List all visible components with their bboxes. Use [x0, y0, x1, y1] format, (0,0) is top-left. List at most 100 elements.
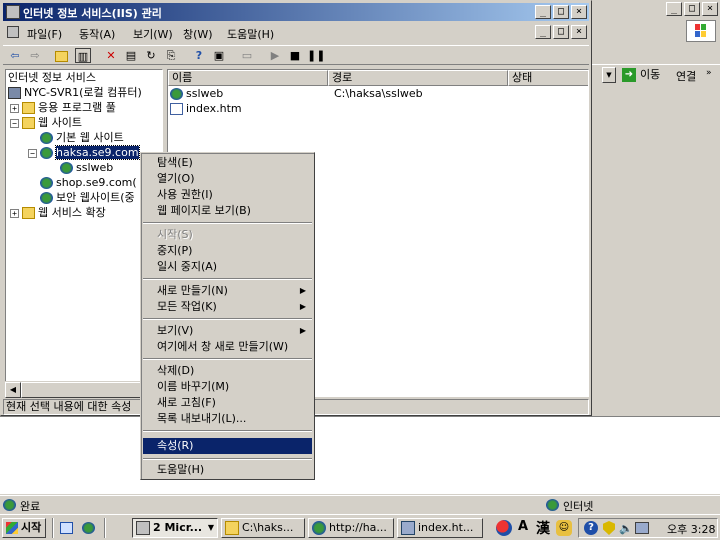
minimize-icon[interactable]: _: [535, 25, 551, 39]
menu-item-browse[interactable]: 웹 페이지로 보기(B): [143, 203, 312, 219]
system-menu-icon[interactable]: [7, 26, 19, 38]
menu-item-permissions[interactable]: 사용 권한(I): [143, 187, 312, 203]
refresh-icon[interactable]: ↻: [143, 48, 159, 63]
ie-address-bar: ▼ ➜ 이동 연결 »: [592, 64, 720, 86]
help-icon[interactable]: ?: [191, 48, 207, 63]
go-arrow-icon: ➜: [622, 68, 636, 82]
menu-item-export-list[interactable]: 목록 내보내기(L)...: [143, 411, 312, 427]
collapse-icon[interactable]: −: [10, 119, 19, 128]
menu-help[interactable]: 도움말(H): [227, 26, 274, 42]
ie-launch-icon[interactable]: [82, 522, 95, 534]
menu-view[interactable]: 보기(W): [133, 26, 173, 42]
task-button-mmc[interactable]: 2 Micr... ▼: [132, 518, 218, 538]
context-menu: 탐색(E) 열기(O) 사용 권한(I) 웹 페이지로 보기(B) 시작(S) …: [140, 152, 315, 480]
help-icon[interactable]: ?: [584, 521, 598, 535]
scroll-thumb[interactable]: [21, 382, 143, 398]
minimize-icon[interactable]: _: [666, 2, 682, 16]
computer-icon[interactable]: ▭: [239, 48, 255, 63]
network-icon[interactable]: [635, 522, 649, 534]
menu-separator: [143, 222, 312, 224]
language-icon[interactable]: [496, 520, 512, 536]
minimize-icon[interactable]: _: [535, 5, 551, 19]
tree-item-default-site[interactable]: 기본 웹 사이트: [40, 130, 124, 145]
ime-hanja[interactable]: 漢: [536, 518, 550, 538]
menu-item-view[interactable]: 보기(V) ▶: [143, 323, 312, 339]
links-label[interactable]: 연결: [676, 68, 696, 84]
ime-mode-a[interactable]: A: [518, 519, 528, 534]
expand-icon[interactable]: +: [10, 104, 19, 113]
tree-item-secure-site[interactable]: 보안 웹사이트(중: [40, 190, 135, 205]
task-button-notepad[interactable]: index.ht...: [397, 518, 483, 538]
properties-icon[interactable]: ▤: [123, 48, 139, 63]
ie-status-bar: 완료 인터넷: [0, 495, 720, 513]
globe-icon: [40, 177, 53, 189]
play-icon[interactable]: ▶: [267, 48, 283, 63]
close-icon[interactable]: ×: [571, 25, 587, 39]
close-icon[interactable]: ×: [571, 5, 587, 19]
task-button-explorer[interactable]: C:\haks...: [221, 518, 305, 538]
menu-item-explore[interactable]: 탐색(E): [143, 155, 312, 171]
menu-bar: 파일(F) 동작(A) 보기(W) 창(W) 도움말(H): [3, 23, 589, 43]
title-bar[interactable]: 인터넷 정보 서비스(IIS) 관리 _ □ ×: [3, 3, 589, 21]
menu-item-properties[interactable]: 속성(R): [143, 438, 312, 454]
menu-window[interactable]: 창(W): [183, 26, 213, 42]
menu-action[interactable]: 동작(A): [79, 26, 115, 42]
tree-item-shop[interactable]: shop.se9.com(: [40, 175, 137, 190]
menu-file[interactable]: 파일(F): [27, 26, 62, 42]
stop-icon[interactable]: ■: [287, 48, 303, 63]
menu-item-refresh[interactable]: 새로 고침(F): [143, 395, 312, 411]
tree-item-sslweb[interactable]: sslweb: [60, 160, 113, 175]
speaker-icon[interactable]: 🔈: [619, 522, 633, 535]
close-icon[interactable]: ×: [702, 2, 718, 16]
ime-pad-icon[interactable]: ☺: [556, 520, 572, 536]
maximize-icon[interactable]: □: [553, 5, 569, 19]
tree-item-server[interactable]: NYC-SVR1(로컬 컴퓨터): [8, 85, 142, 100]
menu-item-open[interactable]: 열기(O): [143, 171, 312, 187]
menu-item-delete[interactable]: 삭제(D): [143, 363, 312, 379]
forward-arrow-icon[interactable]: ⇨: [27, 48, 43, 63]
column-header-name[interactable]: 이름: [168, 70, 328, 86]
column-header-status[interactable]: 상태: [508, 70, 588, 86]
export-icon[interactable]: ⎘: [163, 48, 179, 63]
pause-icon[interactable]: ❚❚: [307, 48, 325, 63]
up-folder-icon[interactable]: [55, 48, 71, 63]
clock[interactable]: 오후 3:28: [667, 521, 715, 537]
start-button[interactable]: 시작: [2, 518, 46, 538]
restore-icon[interactable]: □: [553, 25, 569, 39]
menu-item-pause[interactable]: 일시 중지(A): [143, 259, 312, 275]
tree-item-haksa[interactable]: haksa.se9.com: [40, 145, 140, 160]
windows-flag-icon: [6, 522, 18, 534]
menu-separator: [143, 458, 312, 460]
task-button-ie[interactable]: http://ha...: [308, 518, 394, 538]
tree-root[interactable]: 인터넷 정보 서비스: [8, 70, 96, 85]
go-button[interactable]: ➜ 이동: [622, 67, 660, 84]
restore-icon[interactable]: □: [684, 2, 700, 16]
expand-icon[interactable]: +: [10, 209, 19, 218]
menu-item-all-tasks[interactable]: 모든 작업(K) ▶: [143, 299, 312, 315]
globe-icon: [60, 162, 73, 174]
chevron-right-icon[interactable]: »: [706, 68, 712, 78]
back-arrow-icon[interactable]: ⇦: [7, 48, 23, 63]
list-item[interactable]: sslweb: [170, 86, 223, 101]
menu-item-new[interactable]: 새로 만들기(N) ▶: [143, 283, 312, 299]
menu-item-help[interactable]: 도움말(H): [143, 462, 312, 478]
menu-separator: [143, 278, 312, 280]
delete-icon[interactable]: ✕: [103, 48, 119, 63]
console-icon[interactable]: ▣: [211, 48, 227, 63]
globe-icon: [40, 147, 53, 159]
column-header-path[interactable]: 경로: [328, 70, 508, 86]
security-shield-icon[interactable]: [603, 521, 615, 535]
tree-item-app-pools[interactable]: 응용 프로그램 풀: [22, 100, 116, 115]
menu-item-stop[interactable]: 중지(P): [143, 243, 312, 259]
tree-item-websites[interactable]: 웹 사이트: [22, 115, 82, 130]
show-tree-icon[interactable]: ▥: [75, 48, 91, 63]
scroll-left-icon[interactable]: ◀: [5, 382, 21, 398]
menu-item-rename[interactable]: 이름 바꾸기(M): [143, 379, 312, 395]
list-item[interactable]: index.htm: [170, 101, 242, 116]
dropdown-arrow-icon[interactable]: ▼: [602, 67, 616, 83]
window-title: 인터넷 정보 서비스(IIS) 관리: [23, 7, 162, 20]
tree-item-web-service-ext[interactable]: 웹 서비스 확장: [22, 205, 106, 220]
menu-item-new-window[interactable]: 여기에서 창 새로 만들기(W): [143, 339, 312, 355]
show-desktop-icon[interactable]: [60, 522, 73, 534]
collapse-icon[interactable]: −: [28, 149, 37, 158]
